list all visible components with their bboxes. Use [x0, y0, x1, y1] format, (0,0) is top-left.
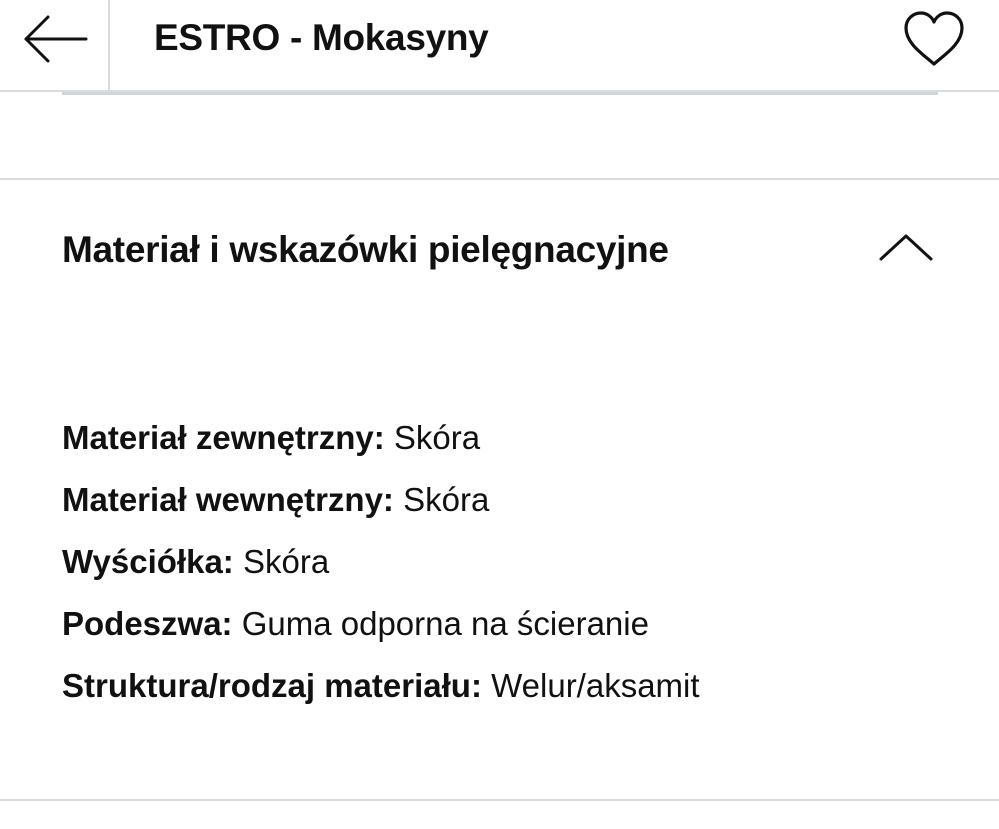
detail-row-outer-material: Materiał zewnętrzny: Skóra — [62, 416, 962, 478]
detail-label: Materiał wewnętrzny: — [62, 481, 394, 518]
back-button[interactable] — [0, 0, 110, 90]
arrow-left-icon — [24, 15, 88, 63]
section-title: Materiał i wskazówki pielęgnacyjne — [62, 229, 669, 270]
detail-value: Guma odporna na ścieranie — [241, 605, 649, 642]
detail-value: Welur/aksamit — [491, 667, 700, 704]
detail-row-material-structure: Struktura/rodzaj materiału: Welur/aksami… — [62, 664, 962, 726]
app-header: ESTRO - Mokasyny — [0, 0, 999, 92]
detail-label: Materiał zewnętrzny: — [62, 419, 385, 456]
detail-value: Skóra — [403, 481, 490, 518]
detail-label: Podeszwa: — [62, 605, 233, 642]
section-bottom-divider — [0, 799, 999, 801]
detail-row-lining: Wyściółka: Skóra — [62, 540, 962, 602]
heart-outline-icon — [904, 11, 964, 66]
favorite-button[interactable] — [898, 6, 970, 70]
header-underline-divider — [62, 92, 938, 95]
detail-value: Skóra — [242, 543, 330, 580]
material-care-accordion-header[interactable]: Materiał i wskazówki pielęgnacyjne — [0, 180, 999, 320]
detail-label: Wyściółka: — [62, 543, 234, 580]
chevron-up-icon — [879, 234, 933, 261]
page-title: ESTRO - Mokasyny — [154, 17, 489, 58]
detail-row-inner-material: Materiał wewnętrzny: Skóra — [62, 478, 962, 540]
detail-label: Struktura/rodzaj materiału: — [62, 667, 482, 704]
detail-value: Skóra — [393, 419, 481, 456]
material-details-list: Materiał zewnętrzny: Skóra Materiał wewn… — [62, 416, 962, 726]
detail-row-sole: Podeszwa: Guma odporna na ścieranie — [62, 602, 962, 664]
